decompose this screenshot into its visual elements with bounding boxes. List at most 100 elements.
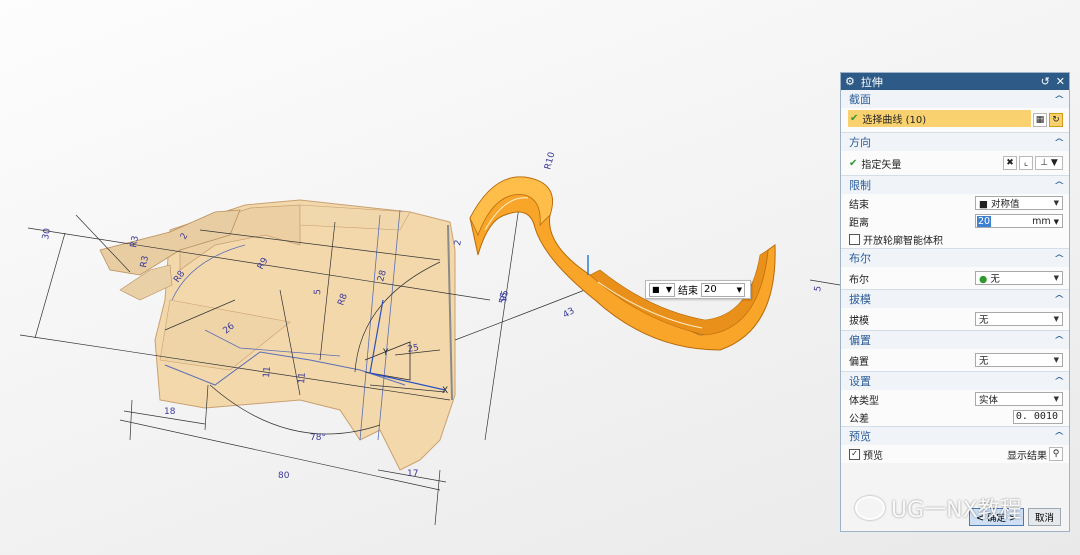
tolerance-row: 公差 0. 0010 xyxy=(841,408,1069,426)
section-group: 截面 ^ ✔ 选择曲线 (10) ▦ ↻ xyxy=(841,90,1069,133)
dim-11-a: 11 xyxy=(262,366,273,378)
draft-row: 拔模 无 ▼ xyxy=(841,308,1069,330)
open-profile-row[interactable]: 开放轮廓智能体积 xyxy=(841,230,1069,248)
float-end-label: 结束 xyxy=(678,286,698,297)
symmetric-icon: ■ xyxy=(979,199,991,210)
preview-checkbox[interactable]: ✓ xyxy=(849,448,860,460)
settings-header[interactable]: 设置 ^ xyxy=(841,372,1069,390)
chevron-up-icon: ^ xyxy=(1052,94,1065,104)
offset-header[interactable]: 偏置 ^ xyxy=(841,331,1069,349)
extrude-preview[interactable] xyxy=(469,176,776,351)
sketch-section-icon[interactable]: ▦ xyxy=(1033,113,1047,127)
section-header[interactable]: 截面 ^ xyxy=(841,90,1069,108)
direction-header[interactable]: 方向 ^ xyxy=(841,133,1069,151)
select-curve-row[interactable]: ✔ 选择曲线 (10) ▦ ↻ xyxy=(841,108,1069,132)
tolerance-label: 公差 xyxy=(849,413,869,425)
dim-30: 30 xyxy=(41,227,53,240)
floating-end-toolbar[interactable]: ■ ▼ 结束 20 ▼ xyxy=(645,280,751,299)
boolean-label: 布尔 xyxy=(849,274,869,286)
open-profile-checkbox[interactable] xyxy=(849,233,860,245)
offset-dropdown[interactable]: 无 ▼ xyxy=(975,353,1063,367)
gear-icon[interactable]: ⚙ xyxy=(845,75,855,88)
float-end-value-field[interactable]: 20 ▼ xyxy=(701,282,745,297)
select-curve-label: 选择曲线 (10) xyxy=(862,115,927,126)
dim-25: 25 xyxy=(407,343,420,355)
dim-r3-a: R3 xyxy=(129,235,141,249)
chevron-up-icon: ^ xyxy=(1052,335,1065,345)
specify-vector-row[interactable]: ✔ 指定矢量 ✖ ⌞ ⊥ ▼ xyxy=(841,151,1069,175)
tolerance-field[interactable]: 0. 0010 xyxy=(1013,410,1063,424)
cube-icon: ■ xyxy=(652,285,660,294)
offset-row: 偏置 无 ▼ xyxy=(841,349,1069,371)
distance-value: 20 xyxy=(977,215,992,227)
chevron-up-icon: ^ xyxy=(1052,294,1065,304)
chevron-up-icon: ^ xyxy=(1052,137,1065,147)
end-row: 结束 ■ 对称值 ▼ xyxy=(841,194,1069,212)
close-icon[interactable]: ✕ xyxy=(1056,75,1065,88)
preview-row: ✓ 预览 显示结果 ⚲ xyxy=(841,445,1069,463)
offset-group: 偏置 ^ 偏置 无 ▼ xyxy=(841,331,1069,372)
draft-group: 拔模 ^ 拔模 无 ▼ xyxy=(841,290,1069,331)
chevron-down-icon: ▼ xyxy=(736,285,742,294)
preview-group: 预览 ^ ✓ 预览 显示结果 ⚲ xyxy=(841,427,1069,463)
dim-78: 78° xyxy=(310,433,326,443)
body-type-dropdown[interactable]: 实体 ▼ xyxy=(975,392,1063,406)
boolean-row: 布尔 ● 无 ▼ xyxy=(841,267,1069,289)
cancel-button[interactable]: 取消 xyxy=(1027,508,1061,526)
direction-group: 方向 ^ ✔ 指定矢量 ✖ ⌞ ⊥ ▼ xyxy=(841,133,1069,176)
check-icon: ✔ xyxy=(849,157,858,169)
end-label: 结束 xyxy=(849,199,869,211)
boolean-dropdown[interactable]: ● 无 ▼ xyxy=(975,271,1063,285)
section-title: 截面 xyxy=(849,93,871,106)
reverse-direction-icon[interactable]: ✖ xyxy=(1003,156,1017,170)
end-type-mini-dropdown[interactable]: ■ ▼ xyxy=(649,282,675,297)
curve-select-icon[interactable]: ↻ xyxy=(1049,113,1063,127)
dim-r3-b: R3 xyxy=(139,255,151,269)
settings-title: 设置 xyxy=(849,375,871,388)
draft-title: 拔模 xyxy=(849,293,871,306)
boolean-none-icon: ● xyxy=(979,274,991,285)
boolean-header[interactable]: 布尔 ^ xyxy=(841,249,1069,267)
magnifier-icon[interactable]: ⚲ xyxy=(1049,447,1063,461)
chevron-up-icon: ^ xyxy=(1052,376,1065,386)
watermark-text: UG一NX教程 xyxy=(891,498,1022,523)
dialog-titlebar: ⚙ 拉伸 ↺ ✕ xyxy=(841,73,1069,90)
offset-title: 偏置 xyxy=(849,334,871,347)
part-body xyxy=(99,199,456,471)
float-end-value: 20 xyxy=(704,284,717,295)
chevron-up-icon: ^ xyxy=(1052,431,1065,441)
specify-vector-label: 指定矢量 xyxy=(861,159,902,171)
axis-x-label: X xyxy=(442,386,448,396)
extrude-dialog: ⚙ 拉伸 ↺ ✕ 截面 ^ ✔ 选择曲线 (10) ▦ ↻ 方向 ^ ✔ 指定矢… xyxy=(840,72,1070,532)
chevron-down-icon: ▼ xyxy=(1053,274,1059,282)
vector-type-dropdown[interactable]: ⊥ ▼ xyxy=(1035,156,1063,170)
end-dropdown[interactable]: ■ 对称值 ▼ xyxy=(975,196,1063,210)
dim-5-b: 5 xyxy=(813,285,824,292)
select-curve-selector[interactable]: ✔ 选择曲线 (10) xyxy=(848,110,1031,127)
offset-value: 无 xyxy=(979,356,989,367)
preview-header[interactable]: 预览 ^ xyxy=(841,427,1069,445)
dim-18: 18 xyxy=(164,407,176,417)
wechat-icon xyxy=(855,496,885,520)
boolean-value: 无 xyxy=(990,274,1000,285)
chevron-down-icon: ▼ xyxy=(1053,315,1059,323)
reset-icon[interactable]: ↺ xyxy=(1041,75,1050,88)
axis-y-label: Y xyxy=(382,348,389,358)
dim-11-b: 11 xyxy=(297,372,308,384)
draft-dropdown[interactable]: 无 ▼ xyxy=(975,312,1063,326)
chevron-down-icon: ▼ xyxy=(1053,356,1059,364)
vector-dialog-icon[interactable]: ⌞ xyxy=(1019,156,1033,170)
distance-field[interactable]: 20 mm ▼ xyxy=(975,214,1063,228)
chevron-down-icon: ▼ xyxy=(1053,395,1059,403)
draft-header[interactable]: 拔模 ^ xyxy=(841,290,1069,308)
chevron-up-icon: ^ xyxy=(1052,180,1065,190)
preview-label: 预览 xyxy=(863,450,883,462)
dim-80: 80 xyxy=(278,471,290,481)
distance-row: 距离 20 mm ▼ xyxy=(841,212,1069,230)
limits-header[interactable]: 限制 ^ xyxy=(841,176,1069,194)
settings-group: 设置 ^ 体类型 实体 ▼ 公差 0. 0010 xyxy=(841,372,1069,427)
chevron-down-icon: ▼ xyxy=(665,285,672,294)
body-type-label: 体类型 xyxy=(849,395,879,407)
dim-r10: R10 xyxy=(543,151,557,171)
open-profile-label: 开放轮廓智能体积 xyxy=(863,235,943,247)
